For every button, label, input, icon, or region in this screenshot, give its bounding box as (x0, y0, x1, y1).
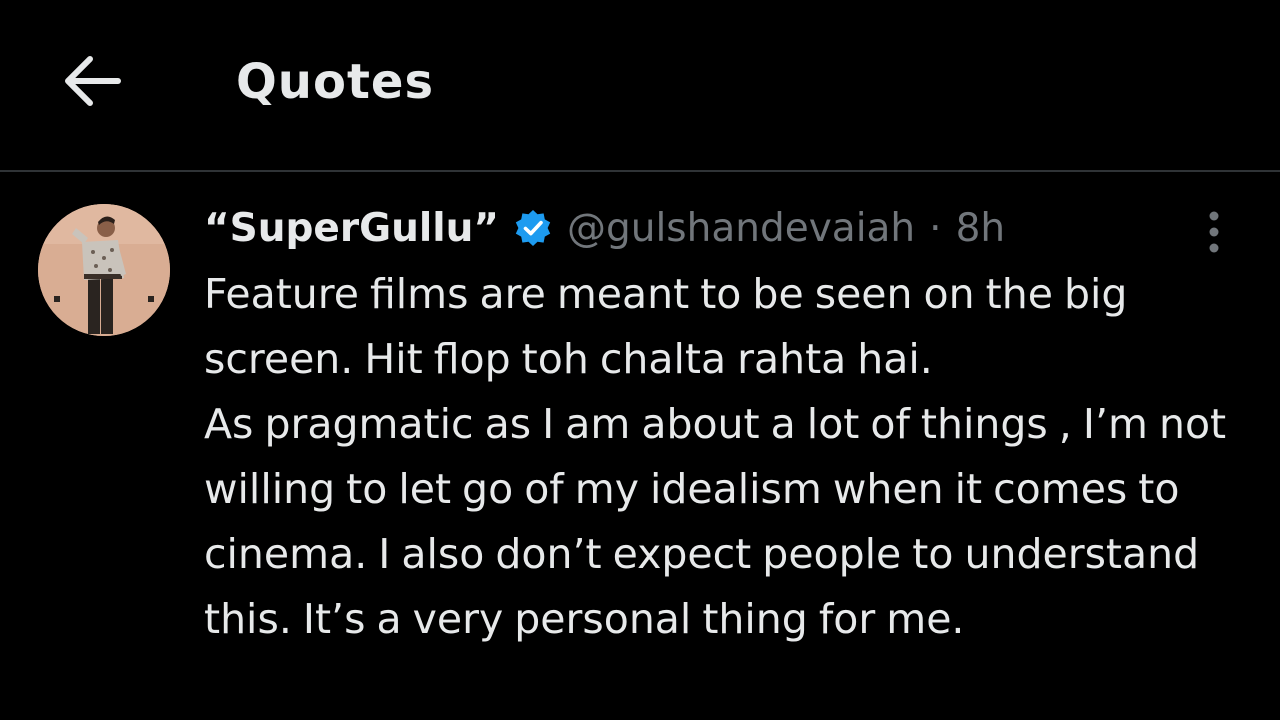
verified-badge-icon (513, 208, 553, 248)
user-handle[interactable]: @gulshandevaiah (567, 206, 915, 251)
more-options-button[interactable] (1196, 206, 1232, 258)
back-button[interactable] (58, 50, 126, 112)
top-bar: Quotes (0, 0, 1280, 172)
tweet-paragraph-2: As pragmatic as I am about a lot of thin… (204, 400, 1227, 643)
more-vertical-icon (1209, 211, 1219, 253)
tweet-paragraph-1: Feature films are meant to be seen on th… (204, 270, 1128, 383)
timestamp[interactable]: 8h (956, 206, 1006, 251)
avatar[interactable] (38, 204, 170, 336)
separator-dot: · (929, 205, 942, 251)
display-name[interactable]: “SuperGullu” (204, 206, 499, 251)
tweet-text: Feature films are meant to be seen on th… (204, 262, 1260, 652)
user-avatar (38, 204, 170, 336)
page-title: Quotes (236, 54, 435, 110)
arrow-left-icon (65, 56, 121, 106)
tweet-header: “SuperGullu” @gulshandevaiah · 8h (204, 198, 1005, 258)
